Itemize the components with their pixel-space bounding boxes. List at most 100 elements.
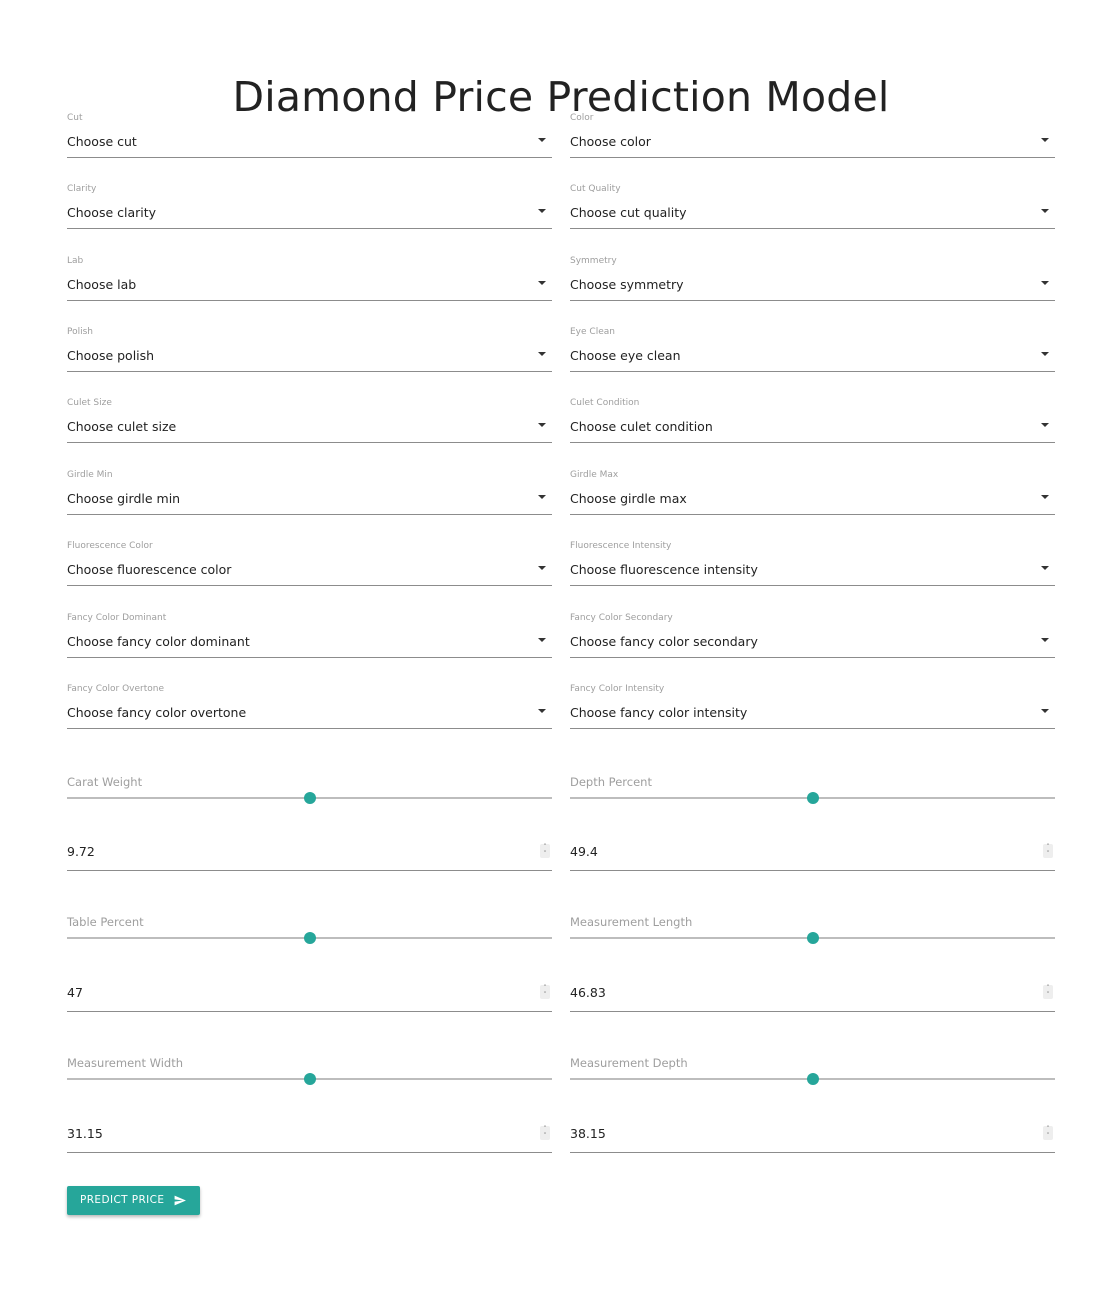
spinner-icon[interactable]: ˄ ˅ xyxy=(540,985,550,999)
cut-select[interactable]: Cut Choose cut xyxy=(67,113,552,164)
measurement-width-slider-handle[interactable] xyxy=(303,1073,316,1085)
measurement-length-value: 46.83 xyxy=(570,985,606,1000)
measurement-depth-value: 38.15 xyxy=(570,1126,606,1141)
fluorescence-color-select[interactable]: Fluorescence Color Choose fluorescence c… xyxy=(67,541,552,592)
carat-weight-slider-handle[interactable] xyxy=(303,792,316,804)
polish-value: Choose polish xyxy=(67,348,155,363)
dropdown-arrow-icon xyxy=(538,352,546,356)
table-percent-input[interactable]: 47 ˄ ˅ xyxy=(67,984,552,1014)
girdle-max-value: Choose girdle max xyxy=(570,491,687,506)
table-percent-label: Table Percent xyxy=(67,915,144,929)
girdle-max-label: Girdle Max xyxy=(570,470,619,480)
select-underline xyxy=(570,514,1055,515)
table-percent-slider-block: Table Percent xyxy=(67,914,552,944)
fluorescence-color-value: Choose fluorescence color xyxy=(67,562,232,577)
dropdown-arrow-icon xyxy=(1041,138,1049,142)
fluorescence-intensity-value: Choose fluorescence intensity xyxy=(570,562,758,577)
depth-percent-slider-handle[interactable] xyxy=(806,792,819,804)
measurement-width-value: 31.15 xyxy=(67,1126,103,1141)
dropdown-arrow-icon xyxy=(1041,638,1049,642)
select-underline xyxy=(570,657,1055,658)
predict-price-button[interactable]: PREDICT PRICE xyxy=(67,1186,200,1215)
fancy-color-intensity-value: Choose fancy color intensity xyxy=(570,705,748,720)
girdle-min-select[interactable]: Girdle Min Choose girdle min xyxy=(67,470,552,521)
spinner-icon[interactable]: ˄ ˅ xyxy=(540,844,550,858)
fluorescence-intensity-select[interactable]: Fluorescence Intensity Choose fluorescen… xyxy=(570,541,1055,592)
depth-percent-slider-block: Depth Percent xyxy=(570,774,1055,804)
clarity-select[interactable]: Clarity Choose clarity xyxy=(67,184,552,235)
fancy-color-overtone-select[interactable]: Fancy Color Overtone Choose fancy color … xyxy=(67,684,552,735)
fluorescence-intensity-label: Fluorescence Intensity xyxy=(570,541,672,551)
dropdown-arrow-icon xyxy=(538,709,546,713)
input-underline xyxy=(570,1152,1055,1153)
clarity-value: Choose clarity xyxy=(67,205,157,220)
fluorescence-color-label: Fluorescence Color xyxy=(67,541,153,551)
dropdown-arrow-icon xyxy=(538,209,546,213)
dropdown-arrow-icon xyxy=(1041,495,1049,499)
depth-percent-label: Depth Percent xyxy=(570,775,652,789)
dropdown-arrow-icon xyxy=(538,495,546,499)
select-underline xyxy=(570,585,1055,586)
carat-weight-label: Carat Weight xyxy=(67,775,143,789)
input-underline xyxy=(570,870,1055,871)
symmetry-label: Symmetry xyxy=(570,256,617,266)
polish-select[interactable]: Polish Choose polish xyxy=(67,327,552,378)
girdle-max-select[interactable]: Girdle Max Choose girdle max xyxy=(570,470,1055,521)
lab-select[interactable]: Lab Choose lab xyxy=(67,256,552,307)
select-underline xyxy=(67,157,552,158)
table-percent-value: 47 xyxy=(67,985,83,1000)
measurement-length-input[interactable]: 46.83 ˄ ˅ xyxy=(570,984,1055,1014)
depth-percent-input[interactable]: 49.4 ˄ ˅ xyxy=(570,843,1055,873)
cut-quality-select[interactable]: Cut Quality Choose cut quality xyxy=(570,184,1055,235)
girdle-min-value: Choose girdle min xyxy=(67,491,181,506)
measurement-width-input[interactable]: 31.15 ˄ ˅ xyxy=(67,1125,552,1155)
spinner-icon[interactable]: ˄ ˅ xyxy=(1043,985,1053,999)
spinner-icon[interactable]: ˄ ˅ xyxy=(1043,1126,1053,1140)
select-underline xyxy=(67,728,552,729)
measurement-length-slider-handle[interactable] xyxy=(806,932,819,944)
cut-quality-value: Choose cut quality xyxy=(570,205,687,220)
select-underline xyxy=(67,371,552,372)
color-select[interactable]: Color Choose color xyxy=(570,113,1055,164)
lab-label: Lab xyxy=(67,256,84,266)
dropdown-arrow-icon xyxy=(1041,209,1049,213)
fancy-color-secondary-label: Fancy Color Secondary xyxy=(570,613,673,623)
culet-condition-label: Culet Condition xyxy=(570,398,640,408)
culet-size-select[interactable]: Culet Size Choose culet size xyxy=(67,398,552,449)
fancy-color-intensity-label: Fancy Color Intensity xyxy=(570,684,665,694)
table-percent-slider-handle[interactable] xyxy=(303,932,316,944)
carat-weight-slider-block: Carat Weight xyxy=(67,774,552,804)
lab-value: Choose lab xyxy=(67,277,137,292)
measurement-depth-slider-handle[interactable] xyxy=(806,1073,819,1085)
symmetry-select[interactable]: Symmetry Choose symmetry xyxy=(570,256,1055,307)
color-label: Color xyxy=(570,113,594,123)
measurement-width-label: Measurement Width xyxy=(67,1056,184,1070)
input-underline xyxy=(67,870,552,871)
dropdown-arrow-icon xyxy=(538,281,546,285)
fancy-color-overtone-value: Choose fancy color overtone xyxy=(67,705,247,720)
spinner-icon[interactable]: ˄ ˅ xyxy=(1043,844,1053,858)
fancy-color-dominant-label: Fancy Color Dominant xyxy=(67,613,167,623)
measurement-depth-label: Measurement Depth xyxy=(570,1056,688,1070)
select-underline xyxy=(570,728,1055,729)
culet-condition-select[interactable]: Culet Condition Choose culet condition xyxy=(570,398,1055,449)
color-value: Choose color xyxy=(570,134,651,149)
culet-size-label: Culet Size xyxy=(67,398,112,408)
carat-weight-input[interactable]: 9.72 ˄ ˅ xyxy=(67,843,552,873)
spinner-icon[interactable]: ˄ ˅ xyxy=(540,1126,550,1140)
eye-clean-select[interactable]: Eye Clean Choose eye clean xyxy=(570,327,1055,378)
select-underline xyxy=(570,157,1055,158)
fancy-color-dominant-select[interactable]: Fancy Color Dominant Choose fancy color … xyxy=(67,613,552,664)
fancy-color-intensity-select[interactable]: Fancy Color Intensity Choose fancy color… xyxy=(570,684,1055,735)
measurement-length-label: Measurement Length xyxy=(570,915,693,929)
cut-label: Cut xyxy=(67,113,83,123)
culet-condition-value: Choose culet condition xyxy=(570,419,713,434)
fancy-color-dominant-value: Choose fancy color dominant xyxy=(67,634,250,649)
fancy-color-secondary-select[interactable]: Fancy Color Secondary Choose fancy color… xyxy=(570,613,1055,664)
input-underline xyxy=(67,1152,552,1153)
dropdown-arrow-icon xyxy=(1041,281,1049,285)
dropdown-arrow-icon xyxy=(1041,709,1049,713)
measurement-depth-input[interactable]: 38.15 ˄ ˅ xyxy=(570,1125,1055,1155)
select-underline xyxy=(570,300,1055,301)
carat-weight-value: 9.72 xyxy=(67,844,95,859)
